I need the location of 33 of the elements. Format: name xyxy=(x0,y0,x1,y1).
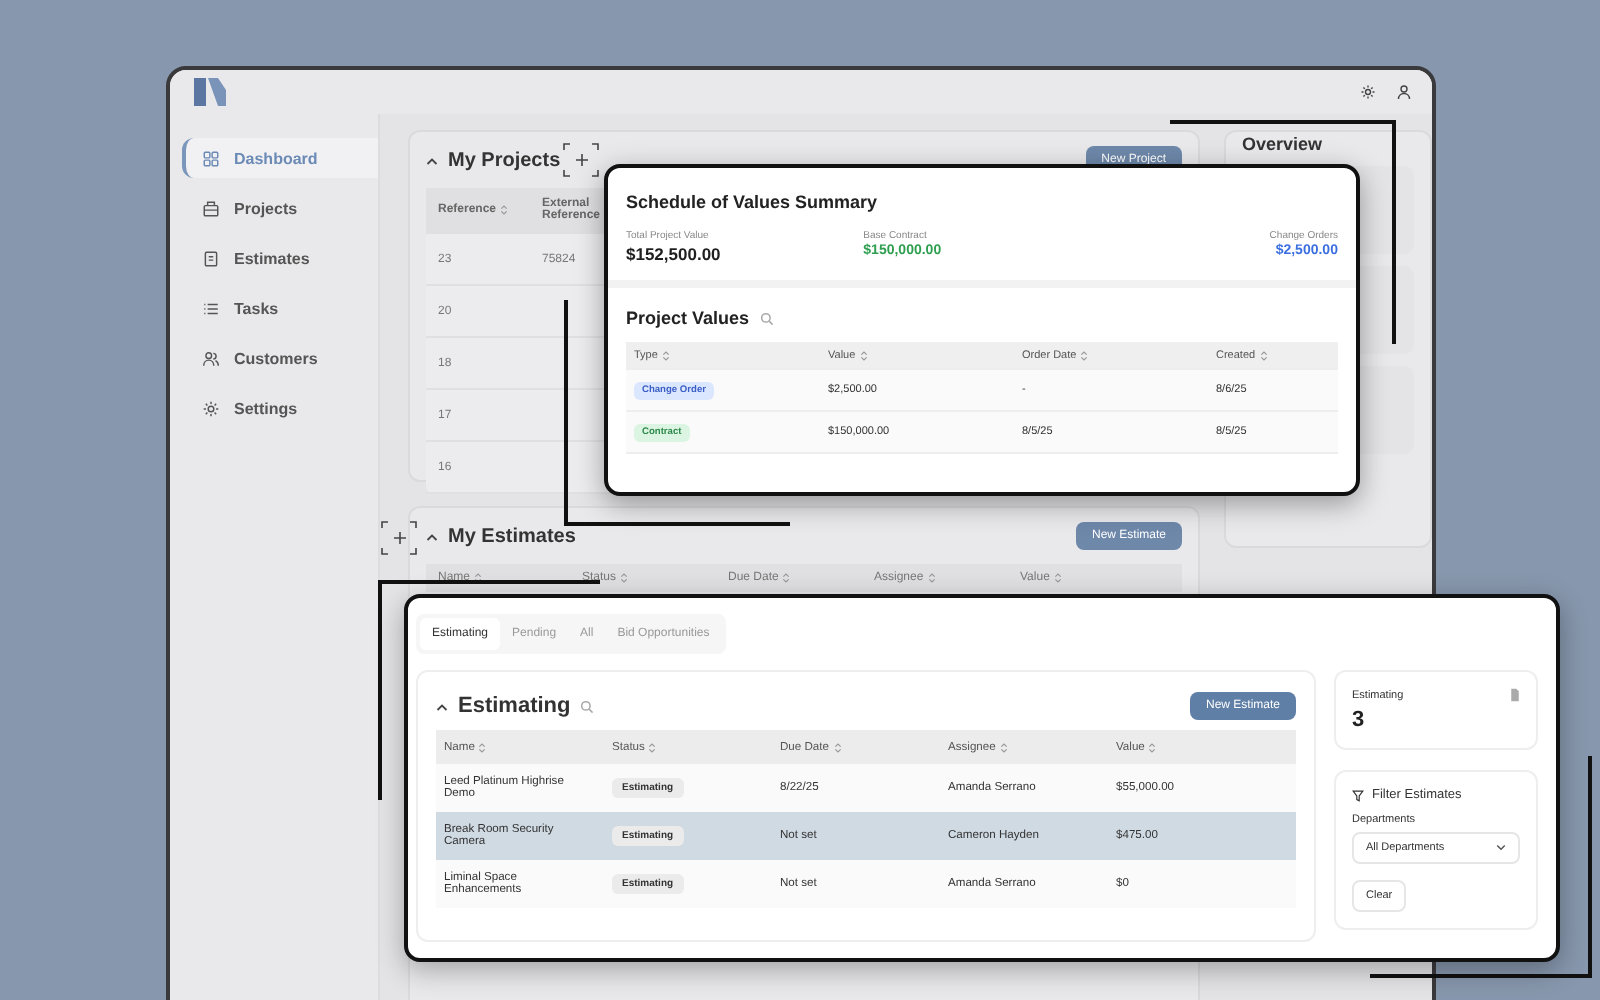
sidebar-item[interactable]: Dashboard xyxy=(182,138,378,178)
sidebar-item[interactable]: Settings xyxy=(182,388,378,428)
sidebar-item[interactable]: Tasks xyxy=(182,288,378,328)
sidebar-item[interactable]: Projects xyxy=(182,188,378,228)
sidebar-item[interactable]: Estimates xyxy=(182,238,378,278)
chevron-down-icon xyxy=(1496,844,1506,852)
card-title: Schedule of Values Summary xyxy=(626,192,880,212)
collapse-icon[interactable] xyxy=(426,155,438,165)
filter-icon xyxy=(1352,789,1364,801)
collapse-icon[interactable] xyxy=(436,701,448,711)
users-icon xyxy=(202,349,220,367)
section-title: Estimating xyxy=(458,694,571,718)
dashboard-icon xyxy=(202,149,220,167)
sidebar-item[interactable]: Customers xyxy=(182,338,378,378)
search-icon[interactable] xyxy=(580,699,595,713)
collapse-icon[interactable] xyxy=(426,531,438,541)
user-icon[interactable] xyxy=(1396,84,1412,100)
total-value: $152,500.00 xyxy=(626,244,723,264)
section-title: Overview xyxy=(1242,134,1325,154)
crosshair-icon xyxy=(381,521,417,555)
gear-icon xyxy=(202,399,220,417)
section-title: Project Values xyxy=(626,308,750,328)
search-icon[interactable] xyxy=(759,311,774,325)
stat-value: 3 xyxy=(1352,708,1367,732)
settings-icon[interactable] xyxy=(1360,84,1376,100)
crosshair-icon xyxy=(563,143,599,177)
document-icon xyxy=(1510,688,1520,702)
section-title: My Estimates xyxy=(448,525,576,547)
document-icon xyxy=(202,249,220,267)
sort-icon[interactable] xyxy=(474,572,483,584)
section-title: My Projects xyxy=(448,149,561,171)
logo-icon xyxy=(194,78,226,106)
list-icon xyxy=(202,299,220,317)
